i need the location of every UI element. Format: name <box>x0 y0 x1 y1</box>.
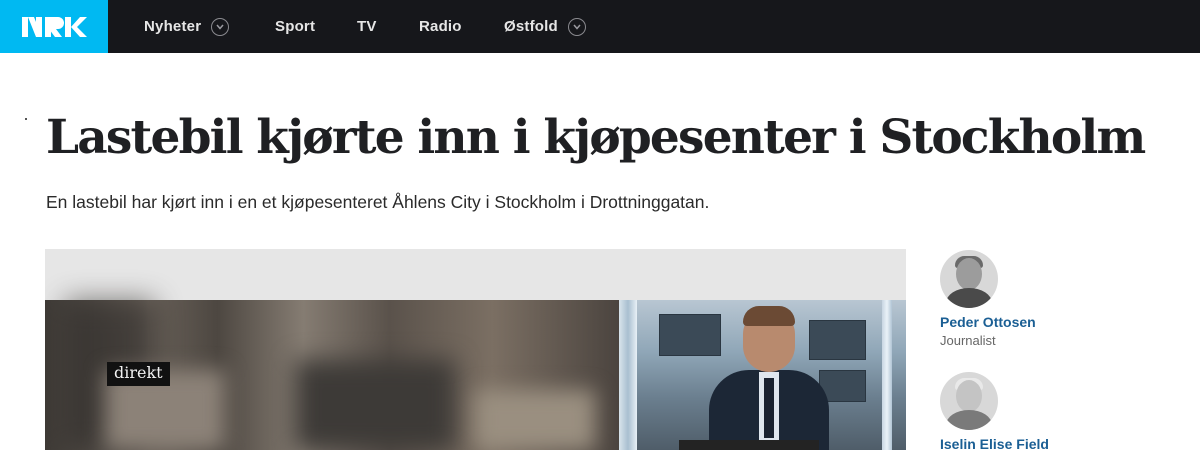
author-role: Journalist <box>940 333 996 348</box>
stray-dot <box>25 118 27 120</box>
video-frame-studio <box>619 300 906 450</box>
nrk-logo-icon <box>22 16 87 37</box>
top-navigation-bar: Nyheter Sport TV Radio Østfold <box>0 0 1200 53</box>
nav-item-label: TV <box>357 18 377 35</box>
video-frame-left: direkt <box>45 300 619 450</box>
article-title: Lastebil kjørte inn i kjøpesenter i Stoc… <box>46 110 1146 165</box>
nav-item-label: Nyheter <box>144 18 202 35</box>
avatar[interactable] <box>940 372 998 430</box>
video-player[interactable]: direkt <box>45 249 906 450</box>
nav-item-ostfold[interactable]: Østfold <box>504 0 586 53</box>
nav-item-label: Østfold <box>504 18 558 35</box>
live-badge: direkt <box>107 362 170 386</box>
article-lead: En lastebil har kjørt inn i en et kjøpes… <box>46 192 710 212</box>
chevron-down-icon[interactable] <box>567 17 586 36</box>
nav-item-sport[interactable]: Sport <box>275 0 315 53</box>
author-name[interactable]: Peder Ottosen <box>940 314 1036 330</box>
avatar[interactable] <box>940 250 998 308</box>
nav-item-radio[interactable]: Radio <box>419 0 462 53</box>
chevron-down-icon[interactable] <box>211 17 230 36</box>
nav-item-label: Radio <box>419 18 462 35</box>
nav-item-nyheter[interactable]: Nyheter <box>144 0 230 53</box>
nav-item-label: Sport <box>275 18 316 35</box>
nav-item-tv[interactable]: TV <box>357 0 377 53</box>
nrk-logo[interactable] <box>0 0 108 53</box>
